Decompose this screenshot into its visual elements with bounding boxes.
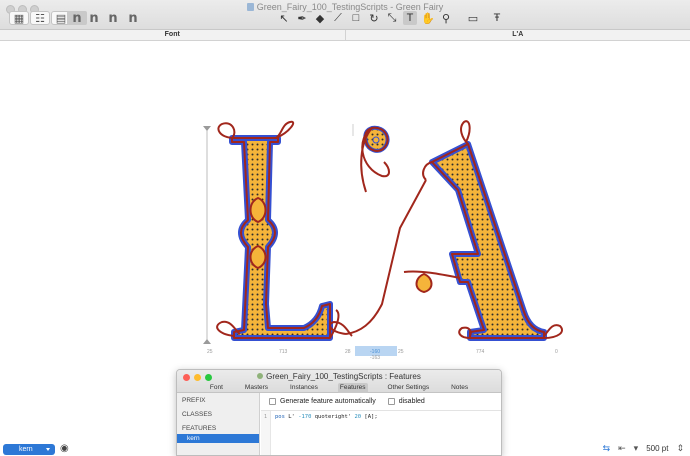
tab-glyph-edit[interactable]: L'A	[346, 30, 690, 40]
generate-automatically-label: Generate feature automatically	[280, 398, 376, 405]
zoom-dropdown-icon[interactable]: ▾	[634, 443, 639, 454]
code-editor[interactable]: 1 pos L' -170 quoteright' 20 [A];	[261, 410, 501, 455]
sidebar-item-kern[interactable]: kern	[177, 434, 259, 443]
document-icon	[246, 3, 254, 11]
edit-glyph-tab-4[interactable]: n	[124, 11, 142, 26]
tab-panel-font[interactable]: Font	[208, 383, 225, 393]
metric-sublabel: -163	[370, 355, 381, 361]
metric-label-width-L: 713	[279, 349, 288, 355]
knife-tool-icon[interactable]: ⟋	[331, 11, 345, 25]
hand-tool-icon[interactable]: ✋	[421, 11, 435, 25]
eye-icon[interactable]: ◉	[60, 444, 72, 454]
sidebar-section-features[interactable]: FEATURES	[177, 425, 259, 433]
tab-panel-other-settings[interactable]: Other Settings	[386, 383, 432, 393]
window-toolbar: Green_Fairy_100_TestingScripts - Green F…	[0, 0, 690, 30]
metric-label-rsb-L: 28	[345, 349, 351, 355]
features-sidebar: PREFIX CLASSES FEATURES kern	[177, 393, 260, 455]
panel-title: Green_Fairy_100_TestingScripts : Feature…	[177, 372, 501, 381]
metric-label-width-A: 774	[476, 349, 485, 355]
sidebar-section-classes[interactable]: CLASSES	[177, 411, 259, 419]
metric-label-rsb-A: 0	[555, 349, 558, 355]
tab-panel-features[interactable]: Features	[337, 383, 368, 393]
feature-editor-area: Generate feature automatically disabled …	[261, 393, 501, 455]
metric-label-lsb-L: 25	[207, 349, 213, 355]
line-number-gutter: 1	[261, 411, 271, 455]
text-direction-icon[interactable]: ⇆	[603, 443, 611, 454]
zoom-stepper-icon[interactable]: ⇕	[676, 443, 684, 454]
feature-selector-button[interactable]: kern	[3, 444, 55, 455]
document-tab-bar: Font L'A	[0, 30, 690, 41]
document-icon	[257, 373, 264, 379]
font-info-features-window: Green_Fairy_100_TestingScripts : Feature…	[176, 369, 502, 456]
zoom-level[interactable]: 500 pt	[646, 444, 668, 453]
tab-panel-masters[interactable]: Masters	[243, 383, 270, 393]
glyph-A[interactable]	[329, 120, 563, 341]
glyph-quoteright[interactable]	[360, 125, 390, 193]
panel-tab-bar: Font Masters Instances Features Other Se…	[177, 383, 501, 393]
tab-font[interactable]: Font	[0, 30, 346, 40]
measure-tool-icon[interactable]: ▭	[466, 11, 480, 25]
edit-glyph-tab-2[interactable]: n	[85, 11, 103, 26]
disabled-checkbox[interactable]	[387, 398, 395, 405]
bottom-right-controls: ⇆ ⇤ ▾ 500 pt ⇕	[603, 443, 684, 454]
generate-automatically-checkbox[interactable]	[269, 398, 276, 405]
type-tool-icon[interactable]: Ŧ	[490, 11, 504, 25]
feature-code-line[interactable]: pos L' -170 quoteright' 20 [A];	[275, 414, 378, 420]
rectangle-tool-icon[interactable]: □	[349, 11, 363, 25]
glyph-L[interactable]	[216, 120, 340, 341]
disabled-label: disabled	[398, 398, 425, 405]
pen-tool-icon[interactable]: ✒	[295, 11, 309, 25]
scale-tool-icon[interactable]: ⤡	[385, 11, 399, 25]
sidebar-section-prefix[interactable]: PREFIX	[177, 397, 259, 405]
zoom-tool-icon[interactable]: ⚲	[439, 11, 453, 25]
grid-view-icon[interactable]: ▦	[9, 11, 29, 25]
select-tool-icon[interactable]: ↖	[277, 11, 291, 25]
tab-panel-instances[interactable]: Instances	[288, 383, 320, 393]
rotate-tool-icon[interactable]: ↻	[367, 11, 381, 25]
edit-glyph-tab-1[interactable]: n	[67, 11, 87, 26]
list-view-icon[interactable]: ☷	[30, 11, 50, 25]
panel-header: Green_Fairy_100_TestingScripts : Feature…	[177, 370, 501, 393]
edit-glyph-tab-3[interactable]: n	[104, 11, 122, 26]
eraser-tool-icon[interactable]: ◆	[313, 11, 327, 25]
text-tool-icon[interactable]: T	[403, 11, 417, 25]
metric-label-lsb-A: 25	[398, 349, 404, 355]
rtl-icon[interactable]: ⇤	[618, 443, 626, 454]
tab-panel-notes[interactable]: Notes	[449, 383, 470, 393]
feature-options-row: Generate feature automatically disabled	[269, 398, 425, 405]
